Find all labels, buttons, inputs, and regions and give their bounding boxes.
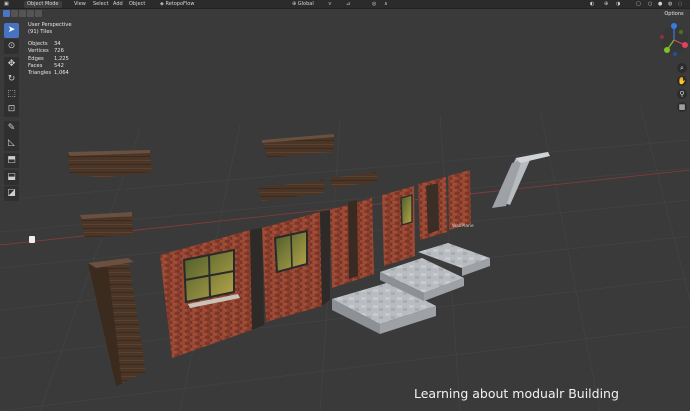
retopoflow-icon: ◈ — [160, 1, 164, 7]
shading-rendered-icon[interactable]: ◌ — [678, 0, 682, 8]
editor-type-icon[interactable]: ▣ — [4, 0, 9, 8]
stat-row: Vertices 726 — [28, 48, 72, 55]
mode-label: Object Mode — [24, 1, 62, 8]
menu-select[interactable]: Select — [93, 0, 108, 8]
wall-window-small — [262, 210, 330, 322]
stat-value: 726 — [54, 48, 64, 55]
trim-piece-middle-left — [258, 180, 324, 201]
select-invert-icon[interactable] — [27, 10, 34, 17]
empty-object-icon[interactable] — [29, 236, 35, 243]
stat-row: Objects 34 — [28, 41, 72, 48]
snap-icon[interactable]: ⊿ — [346, 0, 350, 8]
collection-name: (91) Tiles — [28, 29, 53, 36]
options-button[interactable]: Options — [660, 10, 688, 18]
navigation-gizmo — [659, 23, 688, 57]
select-subtract-icon[interactable] — [19, 10, 26, 17]
transform-icon[interactable]: ⊡ — [4, 102, 19, 117]
annotate-icon[interactable]: ✎ — [4, 121, 19, 136]
add-cube-icon[interactable]: ⬒ — [4, 153, 19, 168]
stat-label: Faces — [28, 63, 43, 70]
move-icon[interactable]: ✥ — [4, 57, 19, 72]
object-name-label: WallPlane — [452, 224, 474, 229]
stat-row: Faces 542 — [28, 63, 72, 70]
viewport-scene[interactable] — [0, 0, 690, 411]
wall-doorway — [418, 170, 471, 240]
corner-block-top-left — [68, 150, 152, 178]
overlay-icon[interactable]: ◑ — [616, 0, 620, 8]
mode-dropdown[interactable]: Object Mode — [24, 0, 62, 8]
measure-icon[interactable]: ◺ — [4, 136, 19, 151]
stat-value: 1,064 — [54, 70, 69, 77]
proportional-edit-icon[interactable]: ◎ — [372, 0, 376, 8]
ortho-grid-icon[interactable]: ▦ — [677, 102, 687, 112]
stat-label: Triangles — [28, 70, 52, 77]
camera-view-icon[interactable]: ⚲ — [677, 89, 687, 99]
menu-view[interactable]: View — [74, 0, 86, 8]
select-box-icon[interactable]: ➤ — [4, 23, 19, 38]
shading-wire-icon[interactable]: ○ — [648, 0, 652, 8]
stat-row: Triangles 1,064 — [28, 70, 72, 77]
video-caption: Learning about modualr Building — [414, 386, 619, 401]
viewport-stats: User Perspective (91) Tiles Objects 34 Ve… — [28, 22, 72, 78]
shading-material-icon[interactable]: ◍ — [668, 0, 672, 8]
wall-window-large — [160, 228, 264, 358]
stat-label: Edges — [28, 55, 44, 62]
pan-hand-icon[interactable]: ✋ — [677, 76, 687, 86]
orientation-dropdown[interactable]: ⊕ Global — [292, 0, 314, 8]
shading-solid-icon[interactable]: ● — [658, 0, 662, 8]
stat-value: 1,225 — [54, 55, 69, 62]
rotate-icon[interactable]: ↻ — [4, 72, 19, 87]
orientation-icon: ⊕ — [292, 1, 297, 7]
stat-row: Edges 1,225 — [28, 56, 72, 63]
trim-piece-middle-right — [330, 172, 377, 188]
orientation-label: Global — [297, 1, 314, 7]
select-new-icon[interactable] — [3, 10, 10, 17]
xray-icon[interactable]: ▢ — [636, 0, 641, 8]
pillar-piece — [88, 258, 146, 386]
inset-icon[interactable]: ◪ — [4, 186, 19, 201]
stairs-piece — [492, 152, 550, 208]
viewport-header: ▣ Object Mode View Select Add Object ◈ R… — [0, 0, 690, 9]
falloff-icon[interactable]: ∧ — [384, 0, 388, 8]
trim-piece-top — [262, 134, 334, 158]
wall-plain — [382, 186, 415, 266]
scale-icon[interactable]: ⬚ — [4, 87, 19, 102]
select-extend-icon[interactable] — [11, 10, 18, 17]
stat-value: 34 — [54, 40, 61, 47]
retopoflow-label: RetopoFlow — [165, 1, 195, 7]
select-intersect-icon[interactable] — [35, 10, 42, 17]
zoom-icon[interactable]: ⌕ — [677, 63, 687, 73]
stat-label: Objects — [28, 40, 48, 47]
wall-door — [330, 198, 374, 288]
view-name: User Perspective — [28, 22, 72, 28]
cursor-icon[interactable]: ⊙ — [4, 39, 19, 54]
menu-add[interactable]: Add — [113, 0, 123, 8]
blender-window: ▣ Object Mode View Select Add Object ◈ R… — [0, 0, 690, 411]
gizmo-toggle-icon[interactable]: ⊕ — [604, 0, 608, 8]
menu-retopoflow[interactable]: ◈ RetopoFlow — [160, 0, 194, 8]
corner-block-mid-left — [80, 212, 133, 238]
visibility-icon[interactable]: ◐ — [590, 0, 594, 8]
menu-object[interactable]: Object — [129, 0, 145, 8]
stat-label: Vertices — [28, 48, 49, 55]
pivot-icon[interactable]: ⋎ — [328, 0, 332, 8]
extrude-icon[interactable]: ⬓ — [4, 170, 19, 185]
stat-value: 542 — [54, 63, 64, 70]
